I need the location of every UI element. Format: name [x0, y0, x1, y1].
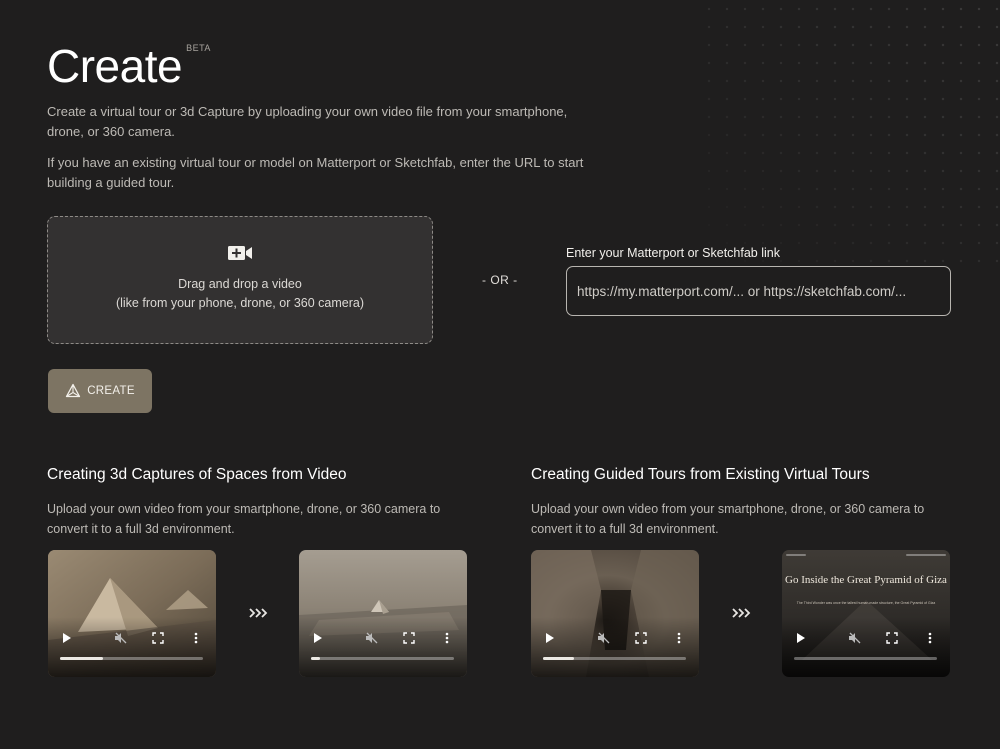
video-player[interactable]: Go Inside the Great Pyramid of Giza The … [782, 550, 950, 677]
video-player[interactable] [299, 550, 467, 677]
mute-icon[interactable] [114, 632, 128, 644]
fullscreen-icon[interactable] [886, 632, 898, 644]
chevrons-right-icon [732, 608, 751, 618]
video-overlay-subtitle: The Third Wonder was once the tallest hu… [796, 601, 936, 605]
dot-grid-decoration [700, 0, 1000, 270]
more-icon[interactable] [677, 632, 681, 644]
create-button-label: CREATE [87, 385, 135, 397]
video-progress-fill [543, 657, 575, 660]
video-controls [48, 632, 216, 648]
page-header: Create BETA [47, 40, 211, 92]
video-controls [531, 632, 699, 648]
video-progress[interactable] [311, 657, 454, 660]
mute-icon[interactable] [365, 632, 379, 644]
intro-paragraph: If you have an existing virtual tour or … [47, 155, 584, 190]
mute-icon[interactable] [848, 632, 862, 644]
more-icon[interactable] [194, 632, 198, 644]
dropzone-hint: (like from your phone, drone, or 360 cam… [115, 296, 365, 310]
link-input[interactable] [566, 266, 951, 316]
play-icon[interactable] [313, 632, 323, 644]
fullscreen-icon[interactable] [403, 632, 415, 644]
video-dropzone[interactable]: Drag and drop a video (like from your ph… [47, 216, 433, 344]
more-icon[interactable] [928, 632, 932, 644]
play-icon[interactable] [545, 632, 555, 644]
intro-text: Create a virtual tour or 3d Capture by u… [47, 102, 587, 193]
chevrons-right-icon [249, 608, 268, 618]
video-progress-fill [60, 657, 103, 660]
beta-badge: BETA [186, 43, 211, 53]
fullscreen-icon[interactable] [635, 632, 647, 644]
play-icon[interactable] [796, 632, 806, 644]
video-progress[interactable] [794, 657, 937, 660]
more-icon[interactable] [445, 632, 449, 644]
video-player[interactable] [531, 550, 699, 677]
page-title: Create [47, 40, 183, 92]
video-controls [782, 632, 950, 648]
section-description: Upload your own video from your smartpho… [531, 502, 925, 536]
create-button[interactable]: CREATE [48, 369, 152, 413]
video-controls [299, 632, 467, 648]
play-icon[interactable] [62, 632, 72, 644]
video-overlay-title: Go Inside the Great Pyramid of Giza [785, 574, 947, 586]
fullscreen-icon[interactable] [152, 632, 164, 644]
link-label: Enter your Matterport or Sketchfab link [566, 246, 780, 260]
section-3d-captures: Creating 3d Captures of Spaces from Vide… [47, 466, 487, 539]
or-separator: - OR - [482, 273, 518, 287]
video-progress[interactable] [543, 657, 686, 660]
dropzone-title: Drag and drop a video [178, 277, 302, 291]
mute-icon[interactable] [597, 632, 611, 644]
video-progress[interactable] [60, 657, 203, 660]
intro-paragraph: Create a virtual tour or 3d Capture by u… [47, 104, 568, 139]
pyramid-icon [66, 383, 81, 398]
section-description: Upload your own video from your smartpho… [47, 502, 441, 536]
section-title: Creating Guided Tours from Existing Virt… [531, 466, 870, 483]
video-progress-fill [311, 657, 320, 660]
section-title: Creating 3d Captures of Spaces from Vide… [47, 466, 347, 483]
video-player[interactable] [48, 550, 216, 677]
section-guided-tours: Creating Guided Tours from Existing Virt… [531, 466, 971, 539]
video-add-icon [228, 246, 252, 260]
